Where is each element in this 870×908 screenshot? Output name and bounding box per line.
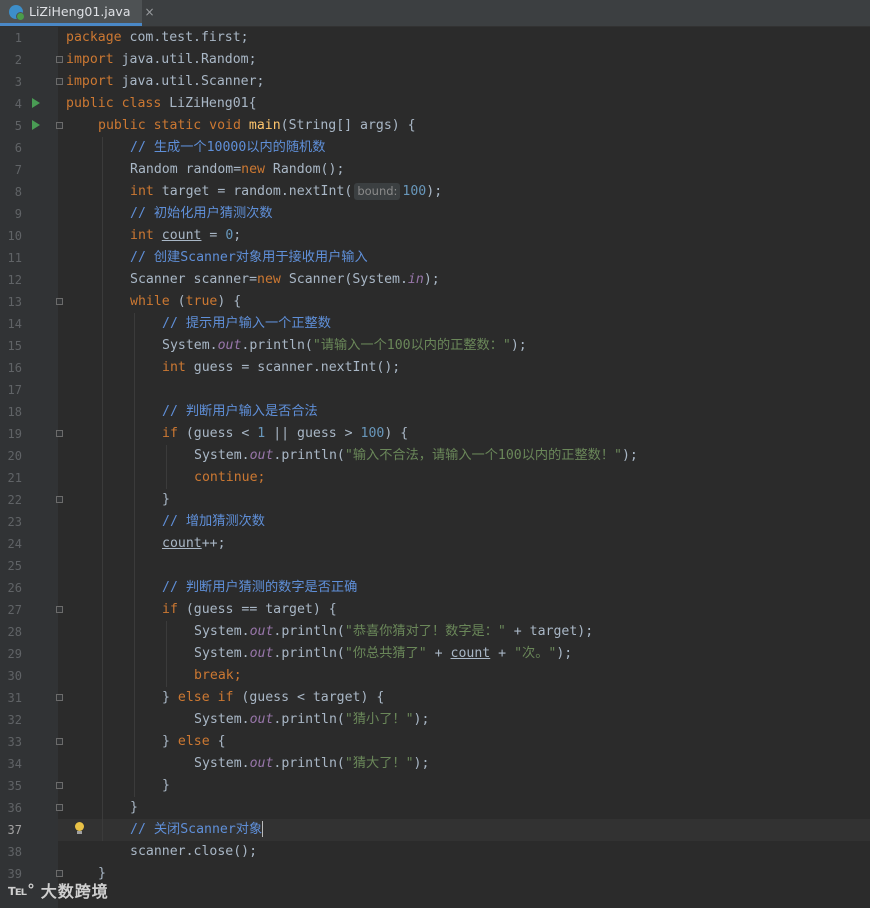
code-line-32: System.out.println("猜小了！"); [194,712,430,727]
code-line-11: // 创建Scanner对象用于接收用户输入 [130,250,368,265]
code-line-31: } else if (guess < target) { [162,690,385,705]
line-number: 15 [7,339,22,353]
code-line-3: import java.util.Scanner; [66,74,265,89]
watermark: ℡° 大数跨境 [8,878,109,902]
line-number: 23 [7,515,22,529]
line-number: 34 [7,757,22,771]
close-tab-icon[interactable]: × [145,5,155,19]
code-line-7: Random random=new Random(); [130,162,345,177]
code-line-9: // 初始化用户猜测次数 [130,206,273,221]
code-line-6: // 生成一个10000以内的随机数 [130,140,326,155]
code-line-35: } [162,778,170,793]
text-caret [262,821,264,837]
code-line-10: int count = 0; [130,228,242,243]
code-line-27: if (guess == target) { [162,602,337,617]
line-number: 18 [7,405,22,419]
line-number: 1 [14,31,22,45]
code-line-19: if (guess < 1 || guess > 100) { [162,426,409,441]
line-number: 19 [7,427,22,441]
file-tab[interactable]: LiZiHeng01.java × [0,0,155,26]
code-line-36: } [130,800,138,815]
line-number: 12 [7,273,22,287]
line-number: 5 [14,119,22,133]
code-line-5: public static void main(String[] args) { [98,118,416,133]
code-line-4: public class LiZiHeng01{ [66,96,257,111]
line-number: 38 [7,845,22,859]
editor-tab-bar: LiZiHeng01.java × [0,0,870,27]
line-number: 37 [7,823,22,837]
line-number: 33 [7,735,22,749]
run-class-icon[interactable] [32,98,40,108]
line-number: 16 [7,361,22,375]
code-line-1: package com.test.first; [66,30,249,45]
code-line-18: // 判断用户输入是否合法 [162,404,318,419]
line-number: 8 [14,185,22,199]
java-class-icon [9,4,25,21]
code-line-2: import java.util.Random; [66,52,257,67]
code-editor[interactable]: package com.test.first; import java.util… [58,27,870,908]
line-number: 7 [14,163,22,177]
line-number: 31 [7,691,22,705]
line-number: 20 [7,449,22,463]
line-number: 6 [14,141,22,155]
watermark-text: 大数跨境 [40,882,109,901]
line-number: 25 [7,559,22,573]
line-number: 14 [7,317,22,331]
code-line-28: System.out.println("恭喜你猜对了！数字是：" + targe… [194,624,594,639]
line-number: 10 [7,229,22,243]
code-line-12: Scanner scanner=new Scanner(System.in); [130,272,440,287]
code-line-33: } else { [162,734,226,749]
watermark-logo-icon: ℡° [8,881,35,899]
line-number: 24 [7,537,22,551]
line-number: 4 [14,97,22,111]
code-line-14: // 提示用户输入一个正整数 [162,316,331,331]
code-line-38: scanner.close(); [130,844,258,859]
line-number: 36 [7,801,22,815]
line-number: 9 [14,207,22,221]
run-main-icon[interactable] [32,120,40,130]
code-line-15: System.out.println("请输入一个100以内的正整数："); [162,338,527,353]
line-number: 2 [14,53,22,67]
line-number: 11 [7,251,22,265]
file-tab-label: LiZiHeng01.java [29,4,131,19]
code-line-29: System.out.println("你总共猜了" + count + "次。… [194,646,573,661]
line-number: 26 [7,581,22,595]
line-number: 35 [7,779,22,793]
code-line-23: // 增加猜测次数 [162,514,265,529]
parameter-hint: bound: [354,183,401,200]
code-line-8: int target = random.nextInt(bound: 100); [130,183,443,200]
line-number: 27 [7,603,22,617]
code-line-37: // 关闭Scanner对象 [130,821,264,837]
line-number: 29 [7,647,22,661]
line-number: 13 [7,295,22,309]
line-number: 3 [14,75,22,89]
line-number: 22 [7,493,22,507]
line-number: 17 [7,383,22,397]
code-line-24: count++; [162,536,226,551]
line-number: 28 [7,625,22,639]
line-number: 30 [7,669,22,683]
code-line-22: } [162,492,170,507]
code-line-34: System.out.println("猜大了！"); [194,756,430,771]
line-number: 21 [7,471,22,485]
code-line-26: // 判断用户猜测的数字是否正确 [162,580,358,595]
code-line-13: while (true) { [130,294,242,309]
code-line-21: continue; [194,470,266,485]
code-line-16: int guess = scanner.nextInt(); [162,360,401,375]
code-line-20: System.out.println("输入不合法，请输入一个100以内的正整数… [194,448,638,463]
code-line-30: break; [194,668,242,683]
line-number: 32 [7,713,22,727]
